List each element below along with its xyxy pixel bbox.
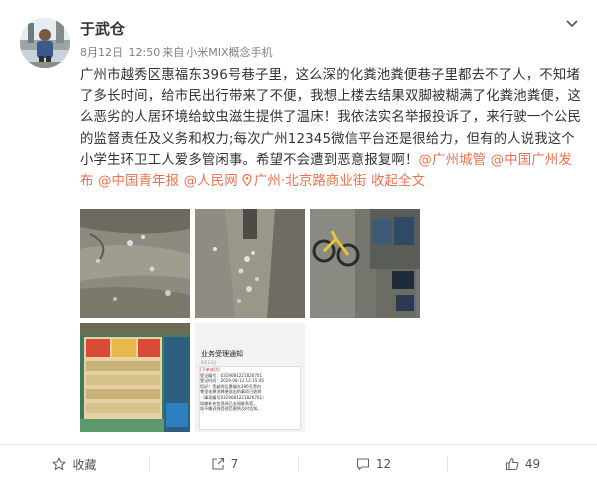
post-date[interactable]: 8月12日 [80,46,123,59]
notice-card: 业务受理通知 8月12日 [下单成功] 登记编号：031908122182670… [195,323,305,432]
comment-count: 12 [375,457,392,471]
post-image-4[interactable] [80,323,190,432]
post-source: 小米MIX概念手机 [186,46,273,59]
collapse-text-link[interactable]: 收起全文 [371,174,425,189]
notice-body: [下单成功] 登记编号：0319081221826701 登记时间：2019-0… [199,366,301,430]
mention-guangzhou-chengguan[interactable]: @广州城管 [419,153,487,168]
username[interactable]: 于武仓 [80,20,125,38]
repost-icon [212,457,224,470]
comment-button[interactable]: 12 [299,445,448,483]
repost-count: 7 [230,457,239,471]
repost-button[interactable]: 7 [150,445,299,483]
weibo-post: 于武仓 8月12日 12:50 来自 小米MIX概念手机 广州市越秀区惠福东396号… [0,0,597,482]
source-prefix: 来自 [162,46,185,59]
avatar[interactable] [20,18,70,68]
notice-line: 如不属诉线受理范围将及时告知。 [200,406,262,412]
chevron-down-icon[interactable] [564,18,580,30]
post-meta: 8月12日 12:50 来自 小米MIX概念手机 [80,46,274,60]
mention-renminwang[interactable]: @人民网 [184,174,238,189]
star-icon [52,457,67,471]
comment-icon [356,458,369,471]
post-image-3[interactable] [310,209,420,318]
like-button[interactable]: 49 [448,445,597,483]
mention-zhongguo-qingnianbao[interactable]: @中国青年报 [98,174,179,189]
favorite-button[interactable]: 收藏 [0,445,149,483]
post-image-2[interactable] [195,209,305,318]
thumbs-up-icon [505,457,519,471]
location-link[interactable]: 广州·北京路商业街 [254,174,367,189]
post-content: 广州市越秀区惠福东396号巷子里，这么深的化粪池粪便巷子里都去不了人，不知堵了多… [80,65,585,192]
post-image-5-notice[interactable]: 业务受理通知 8月12日 [下单成功] 登记编号：031908122182670… [195,323,305,432]
post-time[interactable]: 12:50 [129,46,161,59]
favorite-label: 收藏 [72,457,97,472]
post-image-1[interactable] [80,209,190,318]
like-count: 49 [524,457,541,471]
location-pin-icon [242,174,252,187]
notice-header: 业务受理通知 [201,350,243,358]
action-bar: 收藏 7 12 49 [0,444,597,483]
